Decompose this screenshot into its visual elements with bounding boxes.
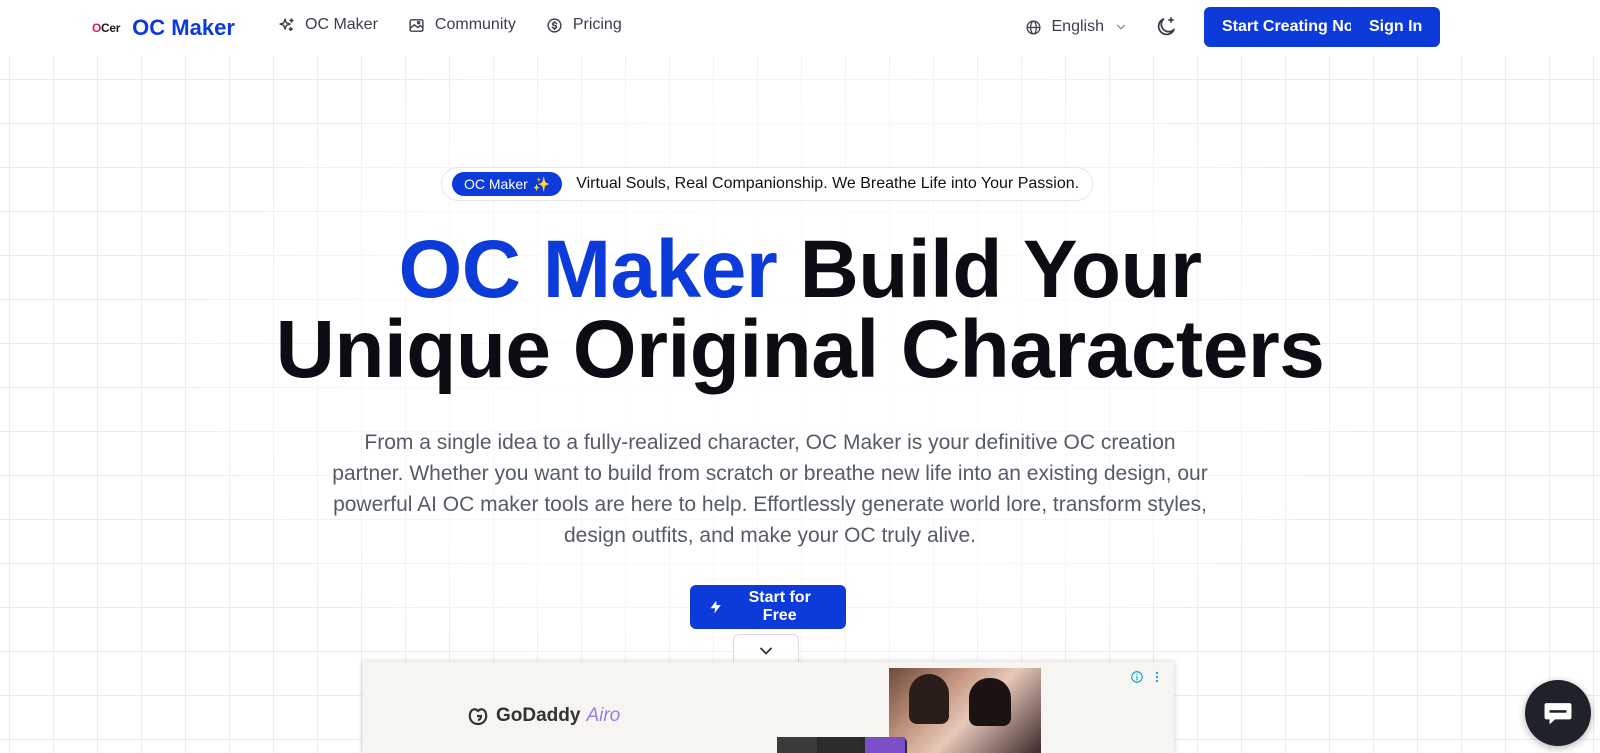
- lightning-icon: [710, 600, 721, 614]
- site-logo[interactable]: OCer OC Maker: [92, 14, 235, 42]
- nav-link-pricing[interactable]: Pricing: [546, 16, 622, 34]
- tagline-pill: OC Maker ✨ Virtual Souls, Real Companion…: [441, 167, 1093, 201]
- nav-link-community[interactable]: Community: [408, 16, 516, 34]
- ad-strip-segment: [820, 737, 860, 753]
- start-for-free-label: Start for Free: [748, 589, 811, 624]
- advertisement-banner[interactable]: GoDaddy Airo: [363, 662, 1174, 753]
- ad-brand-suffix: Airo: [586, 705, 621, 726]
- globe-icon: [1025, 19, 1041, 35]
- language-label: English: [1051, 18, 1104, 35]
- nav-links: OC Maker Community Pricing: [278, 16, 622, 34]
- logo-text: OC Maker: [132, 15, 235, 40]
- gallery-icon: [409, 18, 424, 32]
- ad-strip-segment: [777, 737, 817, 753]
- chevron-down-icon: [1116, 24, 1126, 30]
- ad-brand-name: GoDaddy: [496, 705, 581, 726]
- headline-line1: Build Your: [777, 224, 1202, 315]
- chevron-down-icon: [760, 647, 772, 655]
- godaddy-logo-icon: [468, 708, 488, 726]
- tagline-text: Virtual Souls, Real Companionship. We Br…: [576, 175, 1080, 192]
- nav-link-label: OC Maker: [305, 16, 378, 33]
- info-icon: [1131, 671, 1143, 683]
- headline-line2: Unique Original Characters: [275, 304, 1325, 395]
- ad-photo: [889, 668, 1041, 753]
- ad-person: [909, 674, 949, 724]
- ad-strip-segment: [865, 737, 905, 753]
- hero-subtext: From a single idea to a fully-realized c…: [332, 431, 1208, 547]
- nav-actions: English Start Creating Now: [1025, 7, 1406, 47]
- nav-link-label: Pricing: [572, 16, 622, 33]
- dark-mode-moon-icon[interactable]: [1154, 15, 1178, 39]
- sign-in-button[interactable]: Sign In: [1351, 7, 1441, 47]
- sparkle-emoji-icon: ✨: [532, 175, 551, 192]
- hero-headline: OC Maker Build Your Unique Original Char…: [200, 229, 1400, 391]
- ad-brand-logo: GoDaddy Airo: [466, 704, 620, 728]
- tagline-badge: OC Maker ✨: [452, 172, 563, 196]
- chat-support-button[interactable]: [1525, 680, 1591, 746]
- language-selector[interactable]: English: [1025, 18, 1128, 36]
- top-navbar: OCer OC Maker OC Maker Community Pricing…: [0, 0, 1600, 56]
- ad-app-strip: [777, 737, 907, 753]
- ad-choices[interactable]: [1130, 670, 1164, 684]
- nav-link-oc-maker[interactable]: OC Maker: [278, 16, 378, 34]
- start-for-free-button[interactable]: Start for Free: [690, 585, 846, 629]
- tagline-badge-label: OC Maker: [464, 176, 528, 192]
- dollar-circle-icon: [547, 17, 562, 33]
- sparkles-icon: [279, 17, 294, 31]
- chat-icon: [1544, 703, 1572, 725]
- logo-mark: OCer: [92, 21, 121, 35]
- nav-link-label: Community: [434, 16, 516, 33]
- more-vertical-icon: [1155, 671, 1159, 683]
- ad-person: [969, 678, 1011, 726]
- headline-accent: OC Maker: [398, 224, 778, 315]
- start-creating-label: Start Creating Now: [1221, 18, 1366, 35]
